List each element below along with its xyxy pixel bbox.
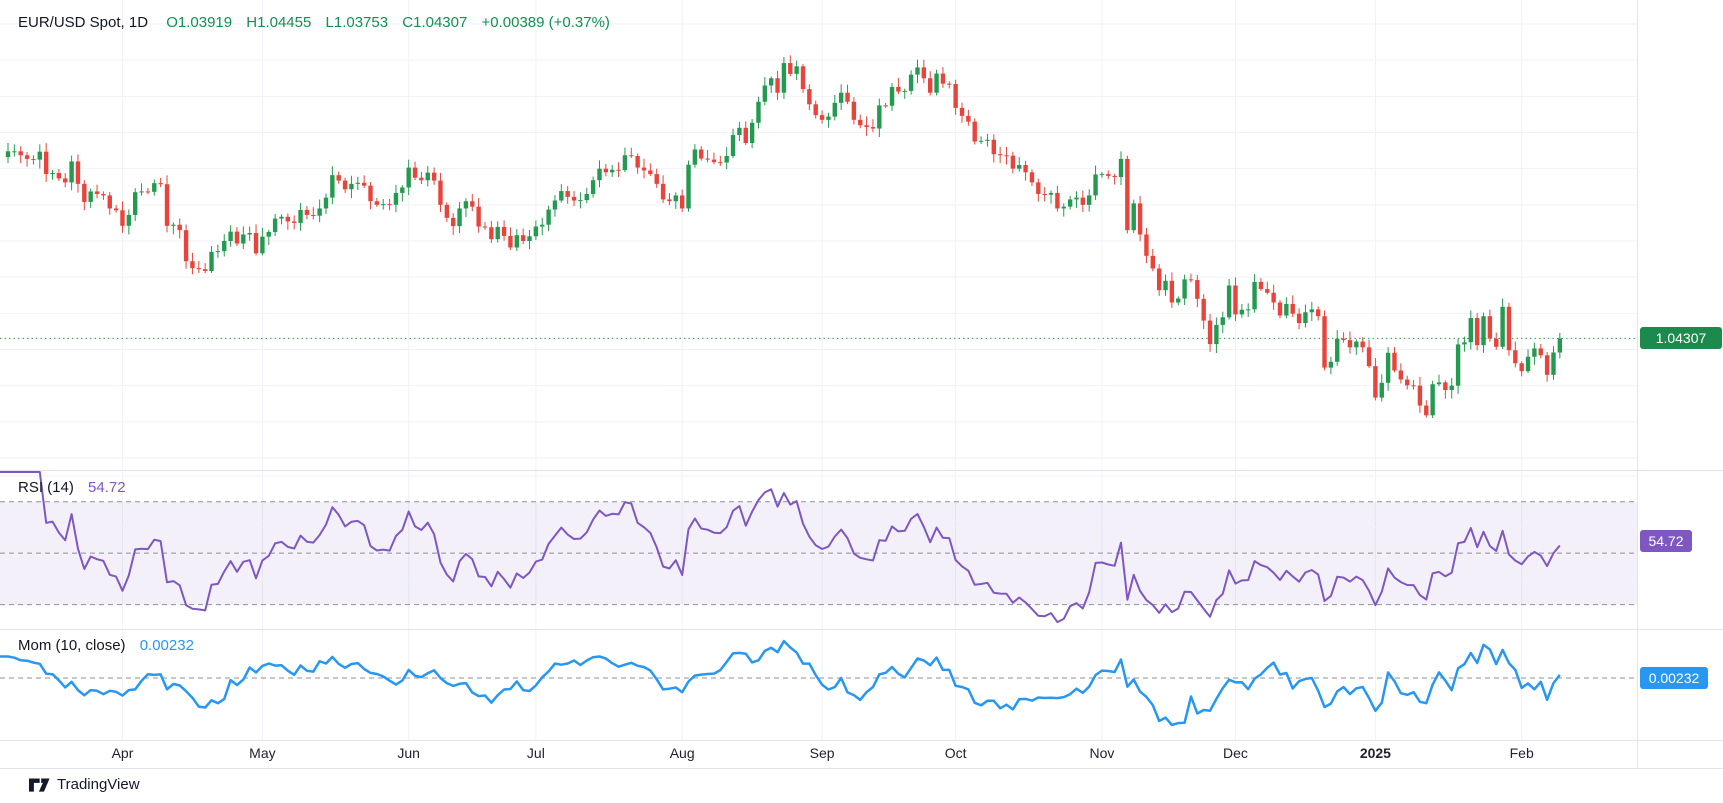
mom-line [0, 641, 1560, 725]
ohlc-open: O1.03919 [166, 14, 232, 31]
time-tick-label: Dec [1223, 745, 1248, 761]
time-tick-label: Jul [527, 745, 545, 761]
brand-text: TradingView [57, 776, 140, 793]
mom-value-badge: 0.00232 [1640, 667, 1708, 689]
time-tick-label: Jun [397, 745, 420, 761]
time-tick-label: Apr [112, 745, 134, 761]
time-tick-label: May [249, 745, 275, 761]
rsi-value: 54.72 [88, 479, 126, 496]
time-tick-label: 2025 [1360, 745, 1391, 761]
time-tick-label: Oct [945, 745, 967, 761]
symbol-legend[interactable]: EUR/USD Spot, 1D O1.03919 H1.04455 L1.03… [18, 14, 620, 31]
candles [6, 55, 1562, 418]
mom-legend[interactable]: Mom (10, close) 0.00232 [18, 637, 194, 654]
symbol-title[interactable]: EUR/USD Spot, 1D [18, 14, 148, 31]
time-tick-label: Feb [1510, 745, 1534, 761]
tradingview-logo-icon [29, 777, 50, 793]
time-tick-label: Sep [810, 745, 835, 761]
ohlc-change: +0.00389 (+0.37%) [482, 14, 610, 31]
price-gridlines [0, 24, 1637, 458]
ohlc-low: L1.03753 [326, 14, 389, 31]
tradingview-attribution[interactable]: TradingView [29, 776, 140, 793]
time-tick-label: Aug [670, 745, 695, 761]
mom-value: 0.00232 [140, 637, 194, 654]
ohlc-close: C1.04307 [402, 14, 467, 31]
rsi-legend[interactable]: RSI (14) 54.72 [18, 479, 126, 496]
footer: TradingView [0, 769, 1723, 803]
chart-canvas[interactable] [0, 0, 1723, 803]
ohlc-high: H1.04455 [246, 14, 311, 31]
price-scale[interactable]: 1.130001.120001.110001.100001.090001.080… [1637, 0, 1723, 768]
rsi-value-badge: 54.72 [1640, 530, 1692, 552]
time-tick-label: Nov [1089, 745, 1114, 761]
chart-window: EUR/USD Spot, 1D O1.03919 H1.04455 L1.03… [0, 0, 1723, 803]
rsi-title[interactable]: RSI (14) [18, 479, 74, 496]
last-price-badge: 1.04307 [1640, 327, 1722, 349]
mom-title[interactable]: Mom (10, close) [18, 637, 126, 654]
